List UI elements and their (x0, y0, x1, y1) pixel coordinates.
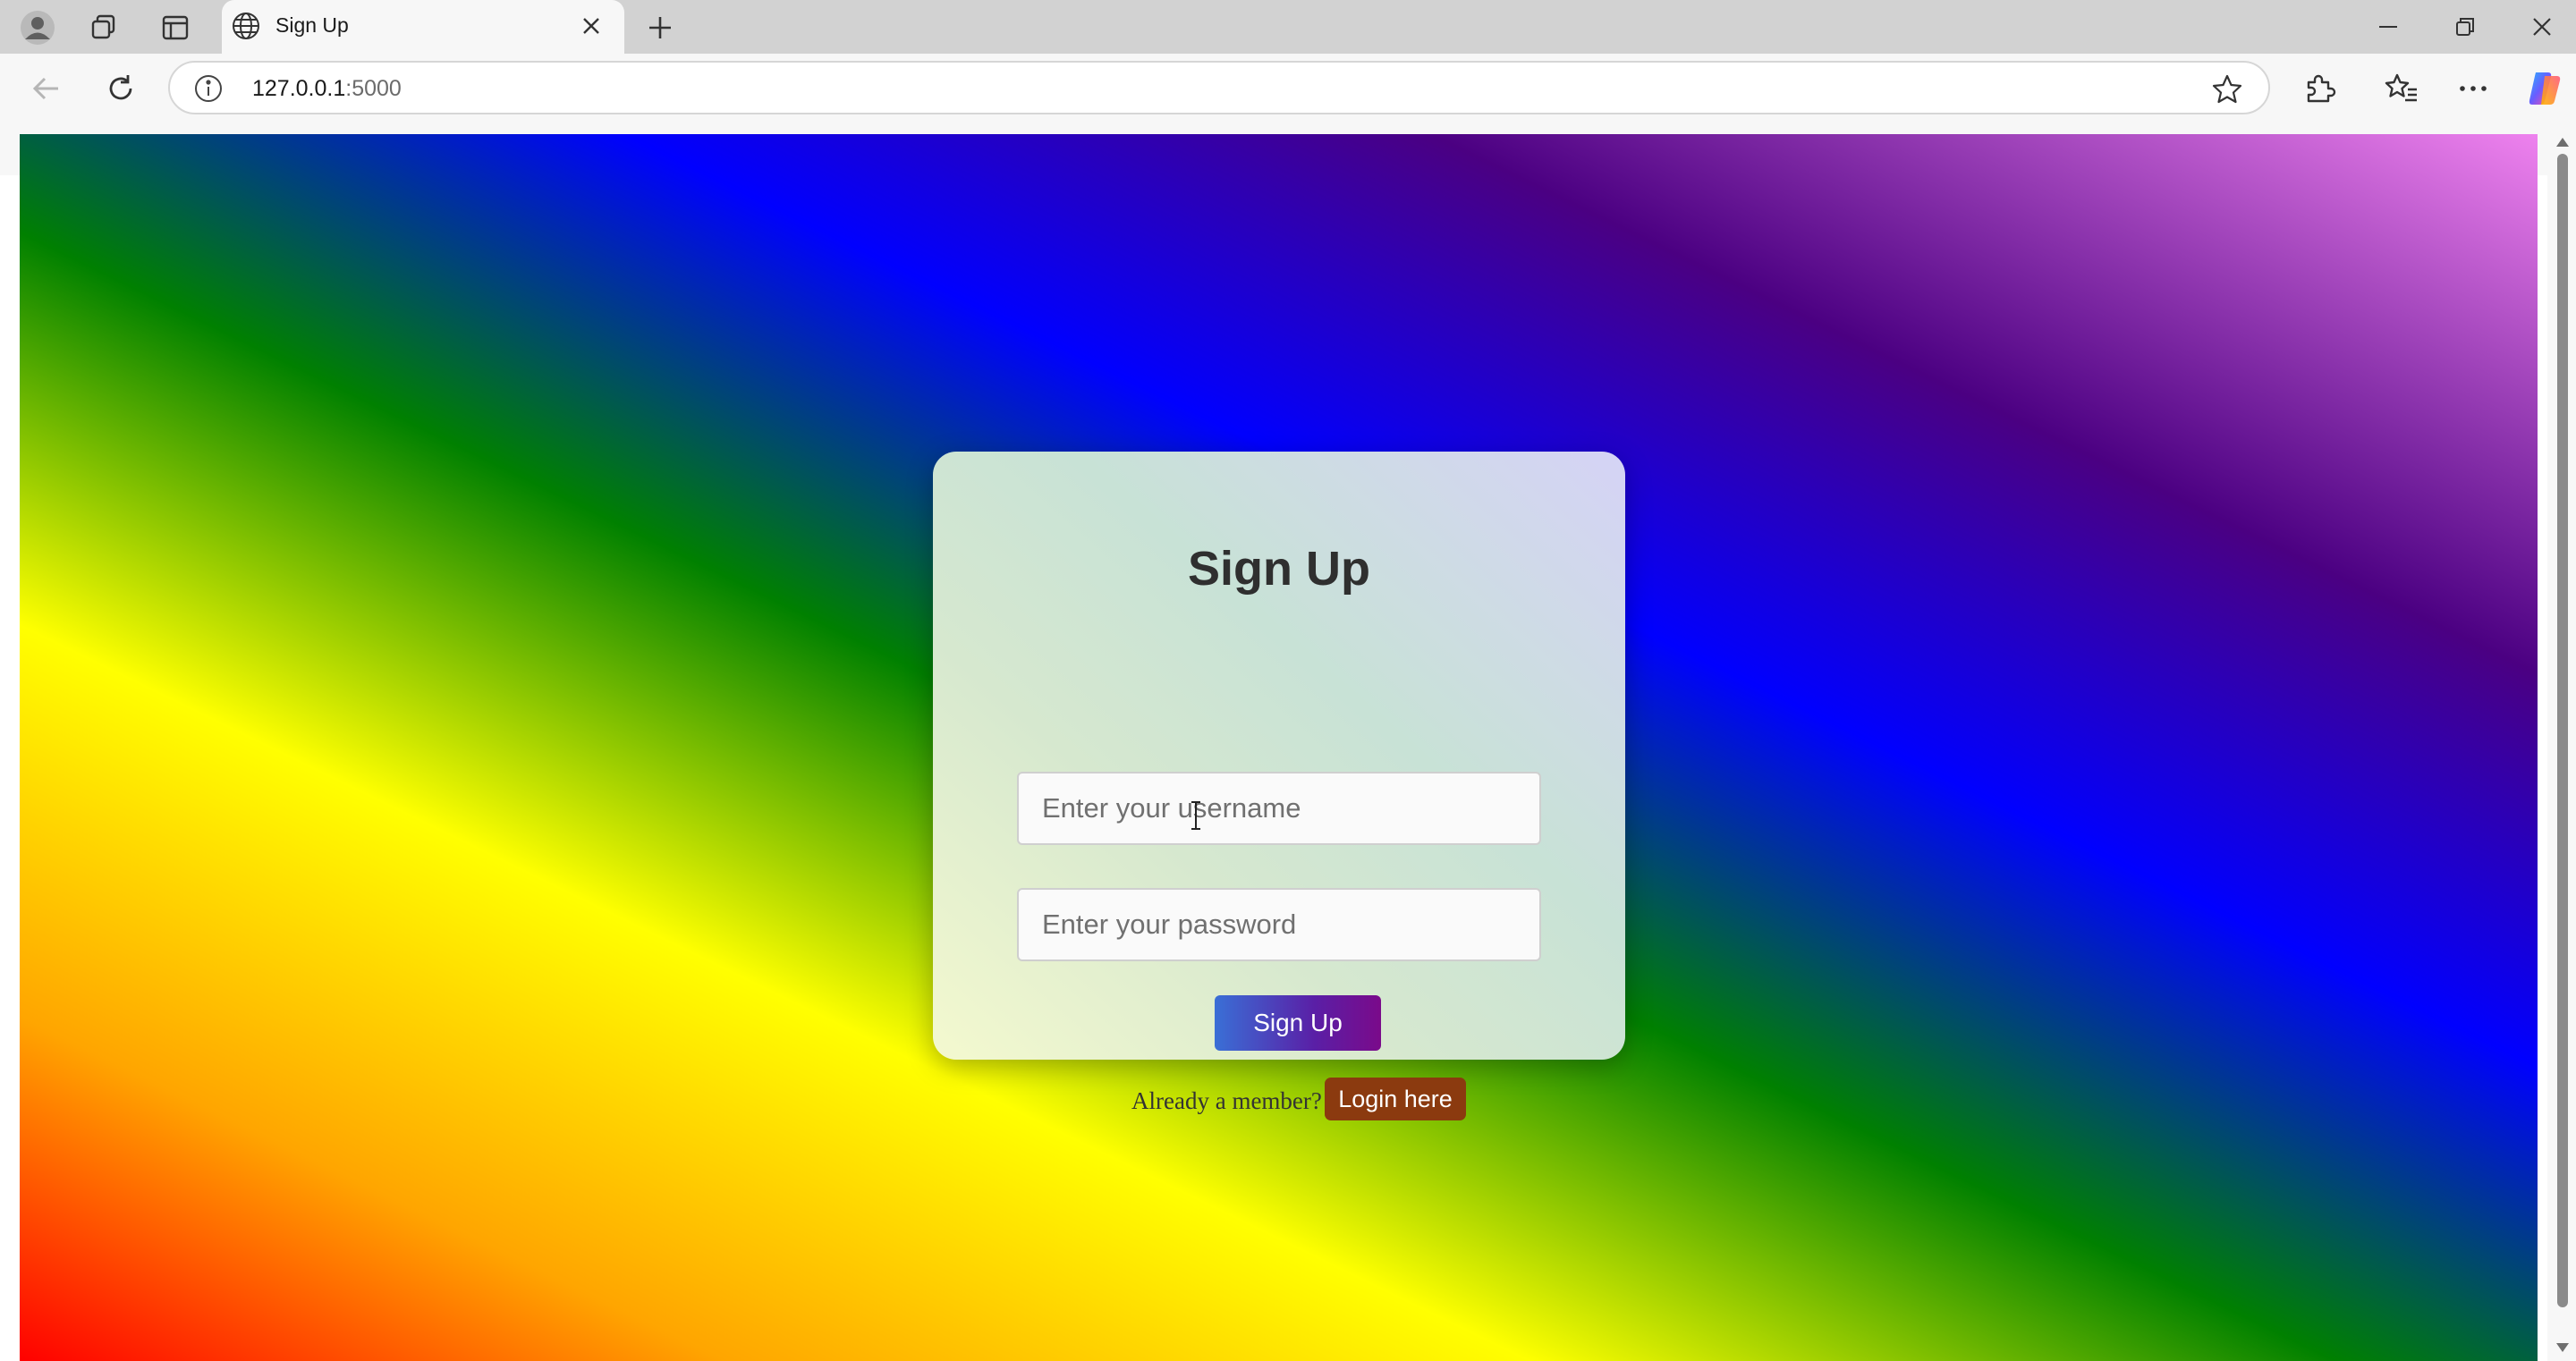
globe-icon (231, 11, 261, 46)
url-host: 127.0.0.1 (252, 76, 346, 101)
back-icon[interactable] (25, 68, 66, 109)
minimize-icon[interactable] (2356, 5, 2420, 48)
scrollbar-thumb[interactable] (2557, 154, 2568, 1307)
new-tab-icon[interactable] (640, 8, 680, 47)
url-text: 127.0.0.1:5000 (252, 76, 402, 102)
refresh-icon[interactable] (100, 68, 141, 109)
tab-title: Sign Up (275, 13, 349, 37)
site-info-icon[interactable] (193, 73, 224, 108)
text-cursor-icon (1189, 800, 1203, 831)
profile-icon[interactable] (18, 8, 57, 47)
vertical-scrollbar[interactable] (2547, 134, 2576, 1361)
title-bar: Sign Up (0, 0, 2576, 54)
favorite-star-icon[interactable] (2211, 73, 2243, 110)
password-input[interactable] (1017, 888, 1541, 961)
restore-icon[interactable] (2433, 5, 2497, 48)
signup-card: Sign Up Sign Up Already a member? Login … (933, 452, 1625, 1120)
scroll-down-icon[interactable] (2555, 1341, 2571, 1358)
collections-icon[interactable] (84, 8, 123, 47)
login-prompt: Already a member? Login here (933, 1078, 1625, 1122)
signup-title: Sign Up (1188, 542, 1370, 596)
extensions-icon[interactable] (2299, 68, 2340, 109)
vertical-tabs-icon[interactable] (156, 8, 195, 47)
url-port: :5000 (345, 76, 402, 101)
copilot-icon[interactable] (2524, 68, 2565, 109)
close-window-icon[interactable] (2510, 5, 2574, 48)
login-button[interactable]: Login here (1325, 1078, 1466, 1120)
address-bar[interactable]: 127.0.0.1:5000 (168, 61, 2270, 114)
already-member-text: Already a member? (1131, 1087, 1322, 1114)
username-input[interactable] (1017, 772, 1541, 845)
favorites-icon[interactable] (2381, 68, 2422, 109)
page-background: Sign Up Sign Up Already a member? Login … (20, 134, 2538, 1361)
tab-close-icon[interactable] (580, 14, 603, 42)
scroll-up-icon[interactable] (2555, 136, 2571, 153)
tab-sign-up[interactable]: Sign Up (222, 0, 624, 54)
signup-button[interactable]: Sign Up (1215, 995, 1381, 1051)
more-options-icon[interactable] (2453, 68, 2494, 109)
